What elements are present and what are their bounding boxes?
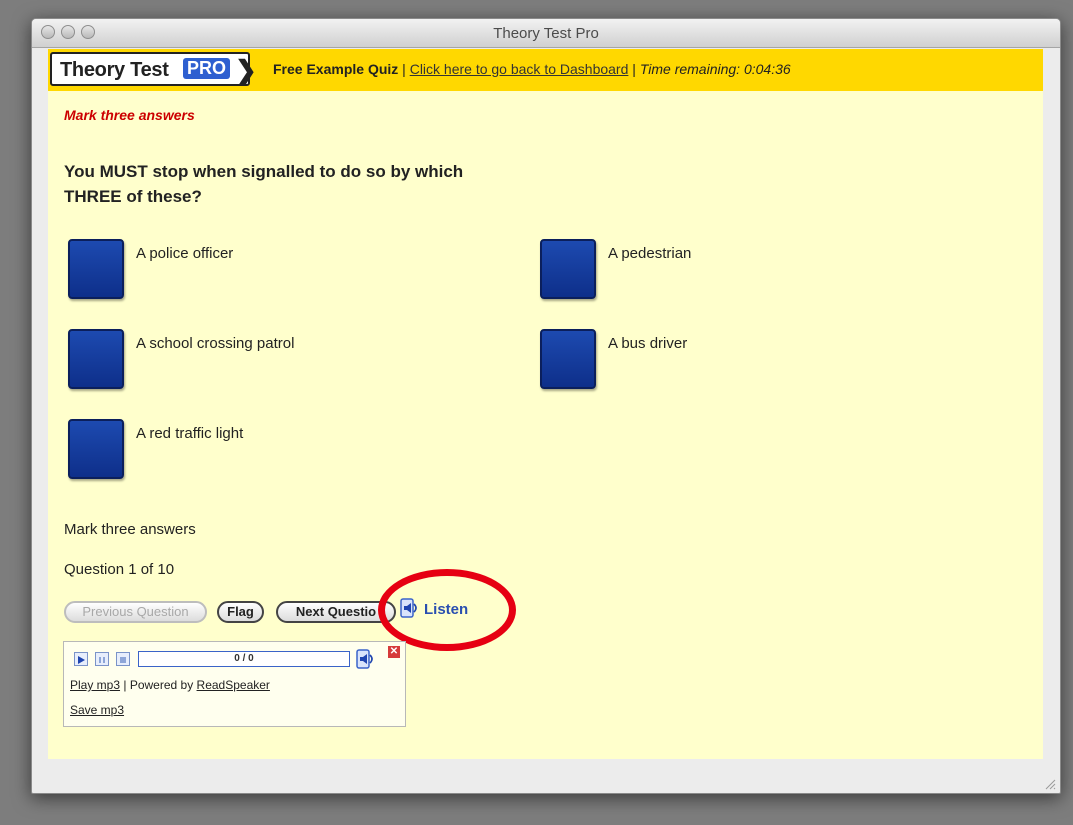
answer-label[interactable]: A red traffic light	[136, 425, 243, 442]
answer-label[interactable]: A school crossing patrol	[136, 335, 294, 352]
volume-icon[interactable]	[356, 649, 376, 674]
answer-label[interactable]: A police officer	[136, 245, 233, 262]
answer-label[interactable]: A pedestrian	[608, 245, 691, 262]
save-mp3-link[interactable]: Save mp3	[70, 703, 124, 717]
footer-instruction: Mark three answers	[64, 521, 196, 538]
title-bar: Theory Test Pro	[32, 19, 1060, 48]
answer-checkbox[interactable]	[68, 419, 124, 479]
readspeaker-link[interactable]: ReadSpeaker	[197, 678, 270, 692]
header-info: Free Example Quiz | Click here to go bac…	[273, 61, 791, 77]
powered-by-text: | Powered by	[123, 678, 194, 692]
speaker-icon	[400, 598, 420, 622]
question-progress: Question 1 of 10	[64, 561, 175, 578]
answer-checkbox[interactable]	[540, 329, 596, 389]
readspeaker-player: 0 / 0 ✕ Play mp3 | Powered by ReadSpeake…	[63, 641, 406, 727]
logo-pro-badge: PRO	[183, 58, 231, 79]
page-content: Theory Test PRO ❯ Free Example Quiz | Cl…	[48, 49, 1043, 759]
dashboard-link[interactable]: Click here to go back to Dashboard	[410, 61, 629, 77]
listen-button[interactable]: Listen	[400, 598, 468, 622]
play-icon[interactable]	[74, 652, 88, 666]
listen-label[interactable]: Listen	[424, 601, 468, 618]
flag-button[interactable]: Flag	[217, 601, 264, 623]
question-text: You MUST stop when signalled to do so by…	[64, 162, 464, 206]
quiz-header: Theory Test PRO ❯ Free Example Quiz | Cl…	[48, 49, 1043, 91]
separator: |	[402, 61, 406, 77]
window-title: Theory Test Pro	[493, 25, 599, 42]
time-remaining: Time remaining: 0:04:36	[639, 61, 791, 77]
play-mp3-link[interactable]: Play mp3	[70, 678, 120, 692]
separator: |	[632, 61, 636, 77]
stop-icon[interactable]	[116, 652, 130, 666]
next-question-button[interactable]: Next Questio	[276, 601, 396, 623]
quiz-label: Free Example Quiz	[273, 61, 399, 77]
resize-grip-icon[interactable]	[1044, 777, 1056, 790]
answer-label[interactable]: A bus driver	[608, 335, 687, 352]
chevron-right-icon: ❯	[235, 55, 257, 85]
app-window: Theory Test Pro Theory Test PRO ❯ Free E…	[31, 18, 1061, 794]
answer-instruction: Mark three answers	[64, 107, 195, 123]
close-icon[interactable]: ✕	[388, 646, 400, 658]
logo-text: Theory Test	[60, 59, 169, 81]
theory-test-pro-logo: Theory Test PRO ❯	[50, 52, 257, 86]
answer-checkbox[interactable]	[540, 239, 596, 299]
save-mp3-row: Save mp3	[70, 703, 124, 717]
progress-bar[interactable]: 0 / 0	[138, 651, 350, 667]
answer-checkbox[interactable]	[68, 329, 124, 389]
pause-icon[interactable]	[95, 652, 109, 666]
answer-checkbox[interactable]	[68, 239, 124, 299]
player-links: Play mp3 | Powered by ReadSpeaker	[70, 678, 270, 692]
previous-question-button[interactable]: Previous Question	[64, 601, 207, 623]
